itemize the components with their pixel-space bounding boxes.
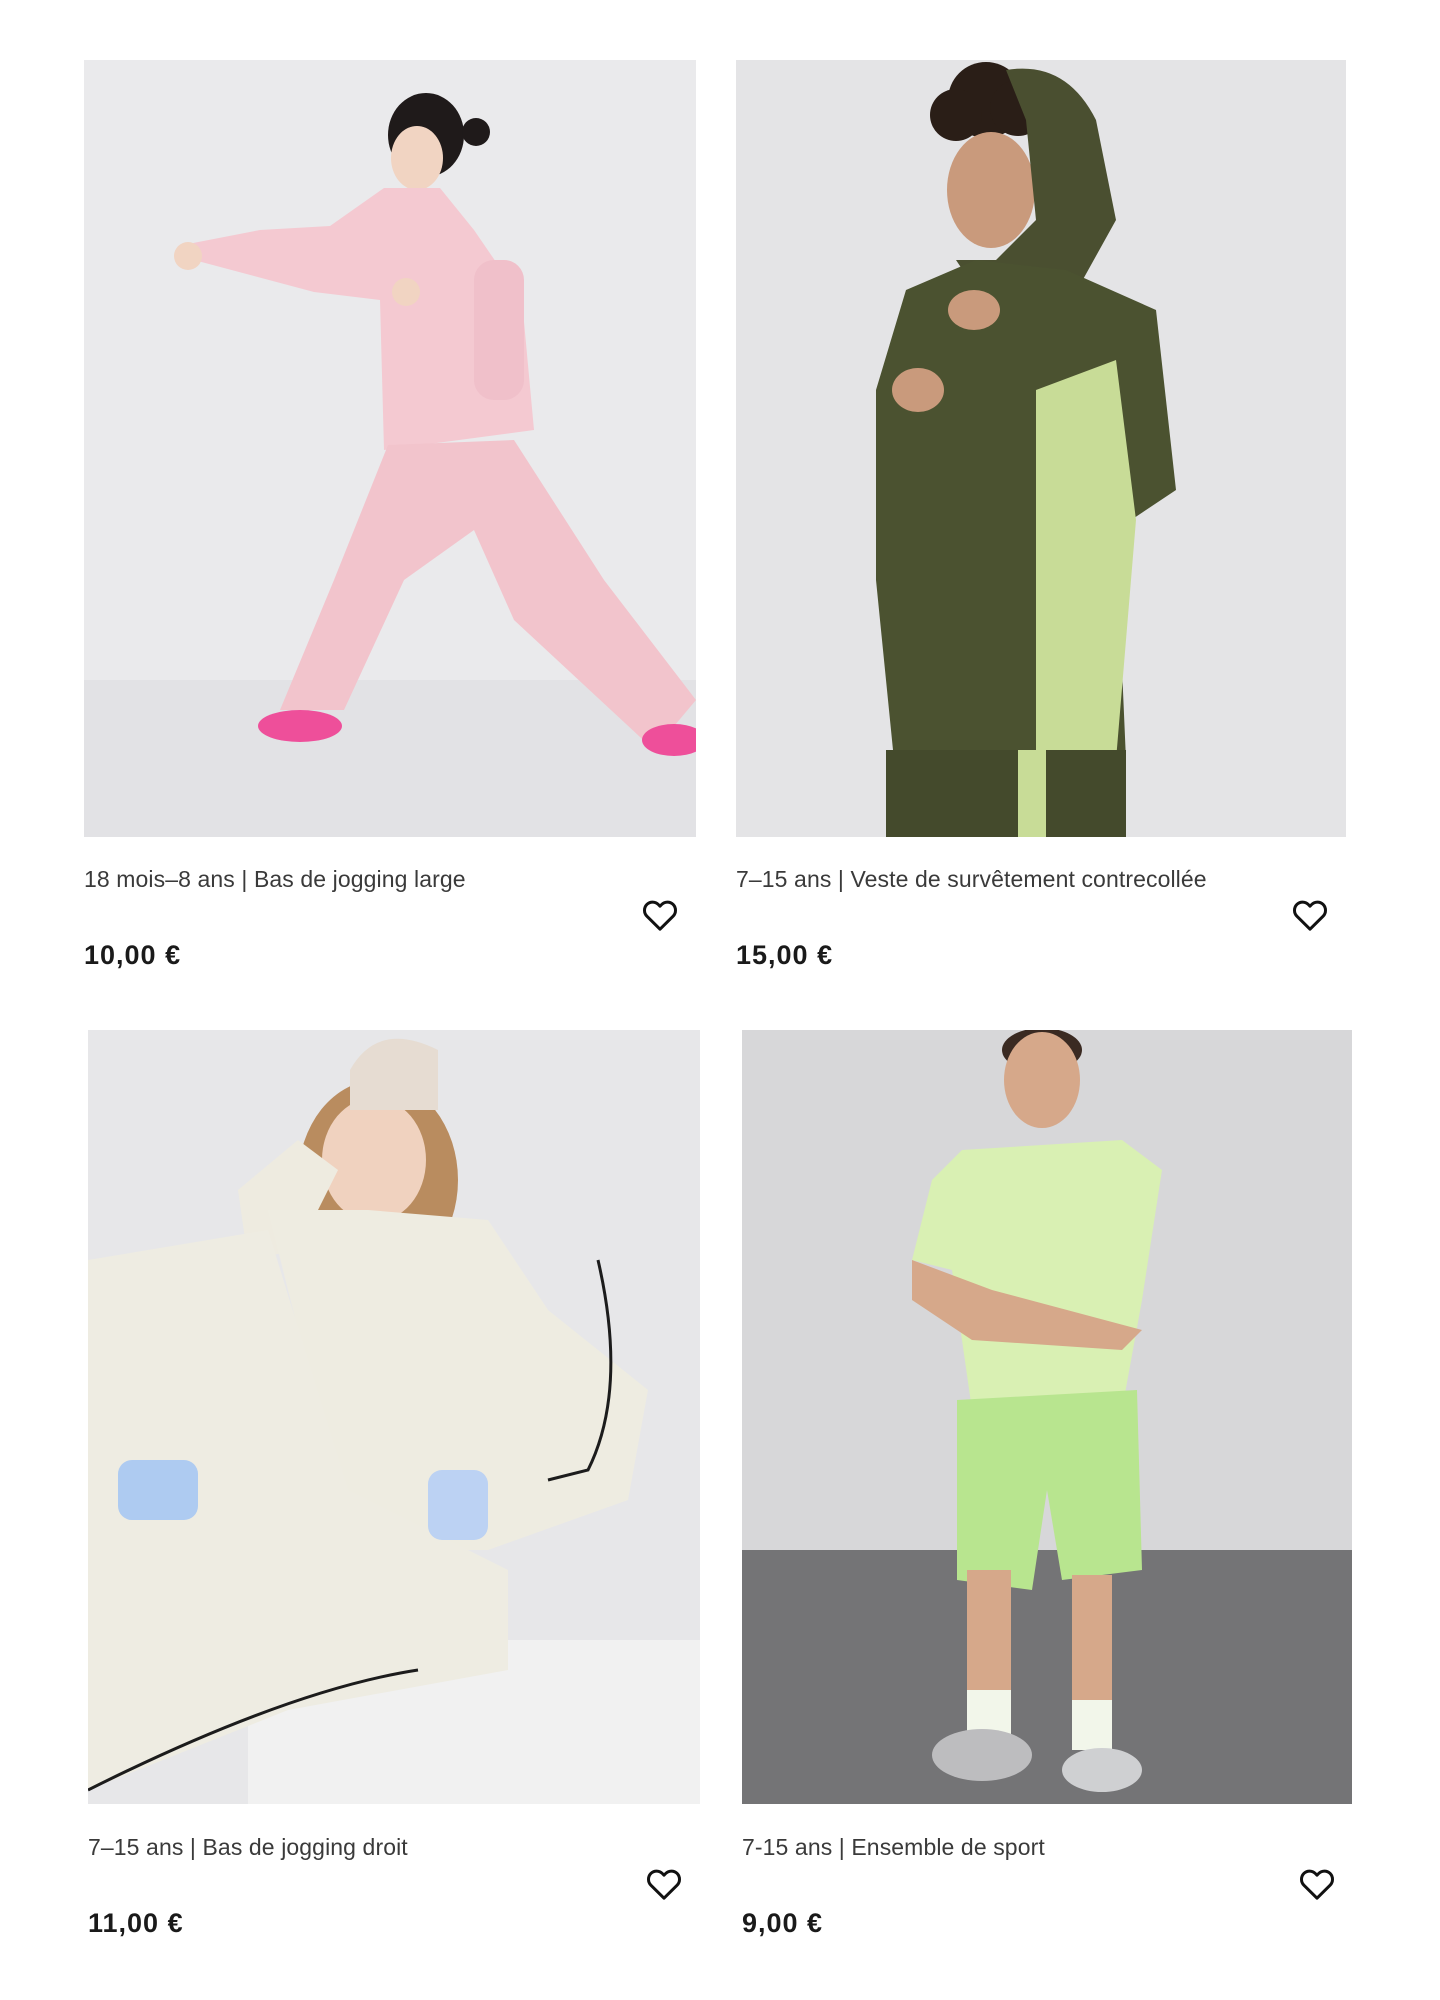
product-image[interactable] (742, 1030, 1352, 1804)
favorite-button[interactable] (1295, 1862, 1339, 1906)
product-image[interactable] (736, 60, 1346, 837)
favorite-button[interactable] (638, 893, 682, 937)
product-price: 9,00 € (742, 1908, 824, 1938)
favorite-button[interactable] (642, 1862, 686, 1906)
heart-icon (647, 1869, 681, 1900)
product-title[interactable]: 18 mois–8 ans | Bas de jogging large (84, 866, 466, 893)
favorite-button[interactable] (1288, 893, 1332, 937)
product-price: 15,00 € (736, 940, 834, 970)
product-card[interactable]: 18 mois–8 ans | Bas de jogging large 10,… (84, 60, 696, 980)
product-image[interactable] (84, 60, 696, 837)
product-price: 10,00 € (84, 940, 182, 970)
product-title[interactable]: 7–15 ans | Bas de jogging droit (88, 1834, 408, 1861)
product-price: 11,00 € (88, 1908, 184, 1938)
product-image[interactable] (88, 1030, 700, 1804)
product-title[interactable]: 7–15 ans | Veste de survêtement contreco… (736, 866, 1207, 893)
product-card[interactable]: 7-15 ans | Ensemble de sport 9,00 € (742, 1030, 1352, 1950)
product-card[interactable]: 7–15 ans | Bas de jogging droit 11,00 € (88, 1030, 700, 1950)
product-card[interactable]: 7–15 ans | Veste de survêtement contreco… (736, 60, 1346, 980)
heart-icon (1300, 1869, 1334, 1900)
product-title[interactable]: 7-15 ans | Ensemble de sport (742, 1834, 1045, 1861)
heart-icon (643, 900, 677, 931)
heart-icon (1293, 900, 1327, 931)
